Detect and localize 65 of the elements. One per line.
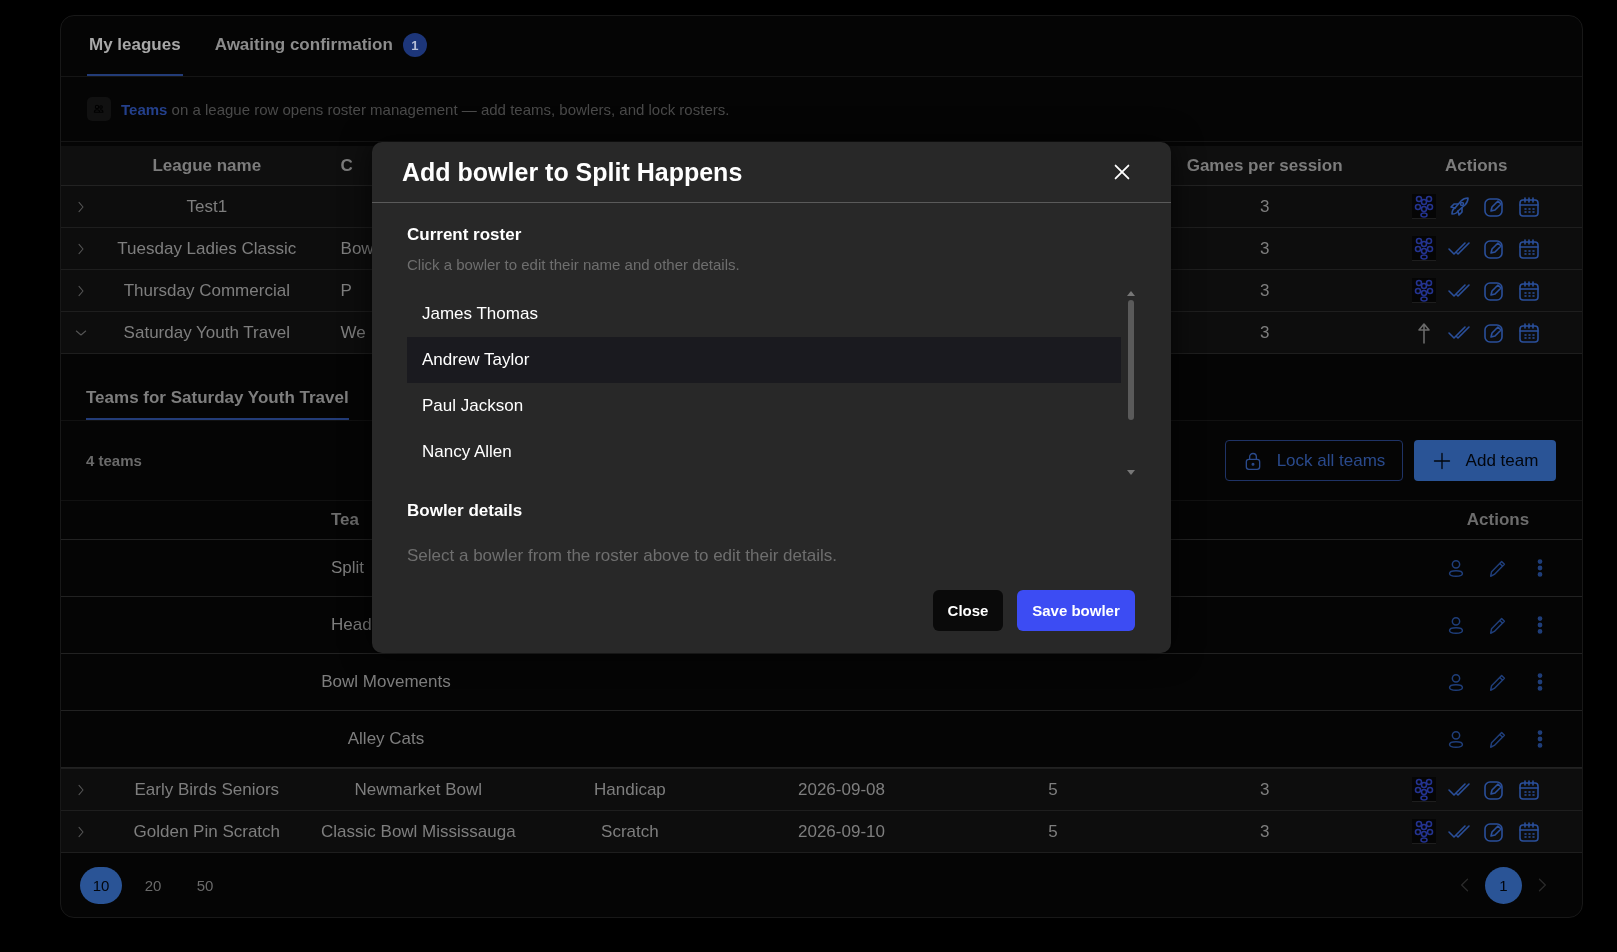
people-group-icon[interactable] xyxy=(1411,194,1436,219)
close-button[interactable]: Close xyxy=(933,590,1003,631)
table-cell: 2026-09-10 xyxy=(798,821,885,842)
people-group-icon[interactable] xyxy=(1411,278,1436,303)
helper-text: Click a bowler to edit their name and other details. xyxy=(407,256,741,273)
table-cell: 3 xyxy=(1259,821,1270,842)
people-group-icon[interactable] xyxy=(1411,236,1436,261)
table-cell: Scratch xyxy=(601,821,659,842)
team-count: 4 teams xyxy=(86,452,142,469)
table-cell: 3 xyxy=(1259,196,1270,217)
roster-item[interactable]: James Thomas xyxy=(407,291,1121,337)
table-cell: P xyxy=(340,280,352,301)
column-header: League name xyxy=(152,155,262,176)
table-cell: 3 xyxy=(1259,280,1270,301)
table-cell: 3 xyxy=(1259,322,1270,343)
table-cell: Handicap xyxy=(594,779,666,800)
table-cell: 5 xyxy=(1048,821,1058,842)
helper-text: Select a bowler from the roster above to edit their details. xyxy=(407,546,838,566)
count-badge: 1 xyxy=(402,33,427,57)
roster-item[interactable]: Andrew Taylor xyxy=(407,337,1121,383)
table-cell: Saturday Youth Travel xyxy=(123,322,290,343)
table-cell: We xyxy=(340,322,366,343)
tab[interactable]: Teams for Saturday Youth Travel xyxy=(86,388,349,420)
table-cell: Newmarket Bowl xyxy=(354,779,483,800)
calendar-icon[interactable] xyxy=(1516,278,1541,303)
roster-item[interactable]: Nancy Allen xyxy=(407,429,1121,475)
scrollbar[interactable] xyxy=(1127,291,1135,475)
table-cell: Bowl Movements xyxy=(321,672,451,692)
roster-item[interactable]: Paul Jackson xyxy=(407,383,1121,429)
column-header: Tea xyxy=(331,510,360,530)
table-cell: Early Birds Seniors xyxy=(134,779,280,800)
table-cell: Golden Pin Scratch xyxy=(133,821,280,842)
table-cell: 3 xyxy=(1259,238,1270,259)
table-cell: 3 xyxy=(1259,779,1270,800)
page-size-option[interactable]: 50 xyxy=(184,866,226,904)
tab[interactable]: Awaiting confirmation 1 xyxy=(212,16,429,76)
calendar-icon[interactable] xyxy=(1516,194,1541,219)
calendar-icon[interactable] xyxy=(1516,236,1541,261)
table-cell: Thursday Commercial xyxy=(123,280,290,301)
table-cell: Bow xyxy=(340,238,374,259)
save-button[interactable]: Save bowler xyxy=(1017,590,1135,631)
page-size-option[interactable]: 20 xyxy=(132,866,174,904)
column-header: Games per session xyxy=(1186,155,1343,176)
table-cell: Tuesday Ladies Classic xyxy=(117,238,297,259)
section-heading: Bowler details xyxy=(407,501,524,521)
table-cell: Alley Cats xyxy=(347,729,425,749)
people-group-icon[interactable] xyxy=(1411,777,1436,802)
calendar-icon[interactable] xyxy=(1516,819,1541,844)
people-group-icon[interactable] xyxy=(1411,819,1436,844)
table-cell: Test1 xyxy=(186,196,228,217)
column-header: Actions xyxy=(1445,155,1508,176)
table-cell: Classic Bowl Mississauga xyxy=(321,821,516,842)
hint-text: Teams on a league row opens roster management — add teams, bowlers, and lock rosters. xyxy=(121,100,730,118)
calendar-icon[interactable] xyxy=(1516,320,1541,345)
table-cell: 2026-09-08 xyxy=(798,779,885,800)
dialog-title: Add bowler to Split Happens xyxy=(402,157,743,187)
calendar-icon[interactable] xyxy=(1516,777,1541,802)
plus-icon xyxy=(1431,450,1452,471)
column-header: C xyxy=(340,155,353,176)
table-cell: Head xyxy=(331,615,372,635)
column-header: Actions xyxy=(1466,510,1530,530)
section-heading: Current roster xyxy=(407,225,523,245)
table-cell: 5 xyxy=(1048,779,1058,800)
table-cell: Split xyxy=(331,558,365,578)
tab[interactable]: My leagues xyxy=(87,16,183,76)
